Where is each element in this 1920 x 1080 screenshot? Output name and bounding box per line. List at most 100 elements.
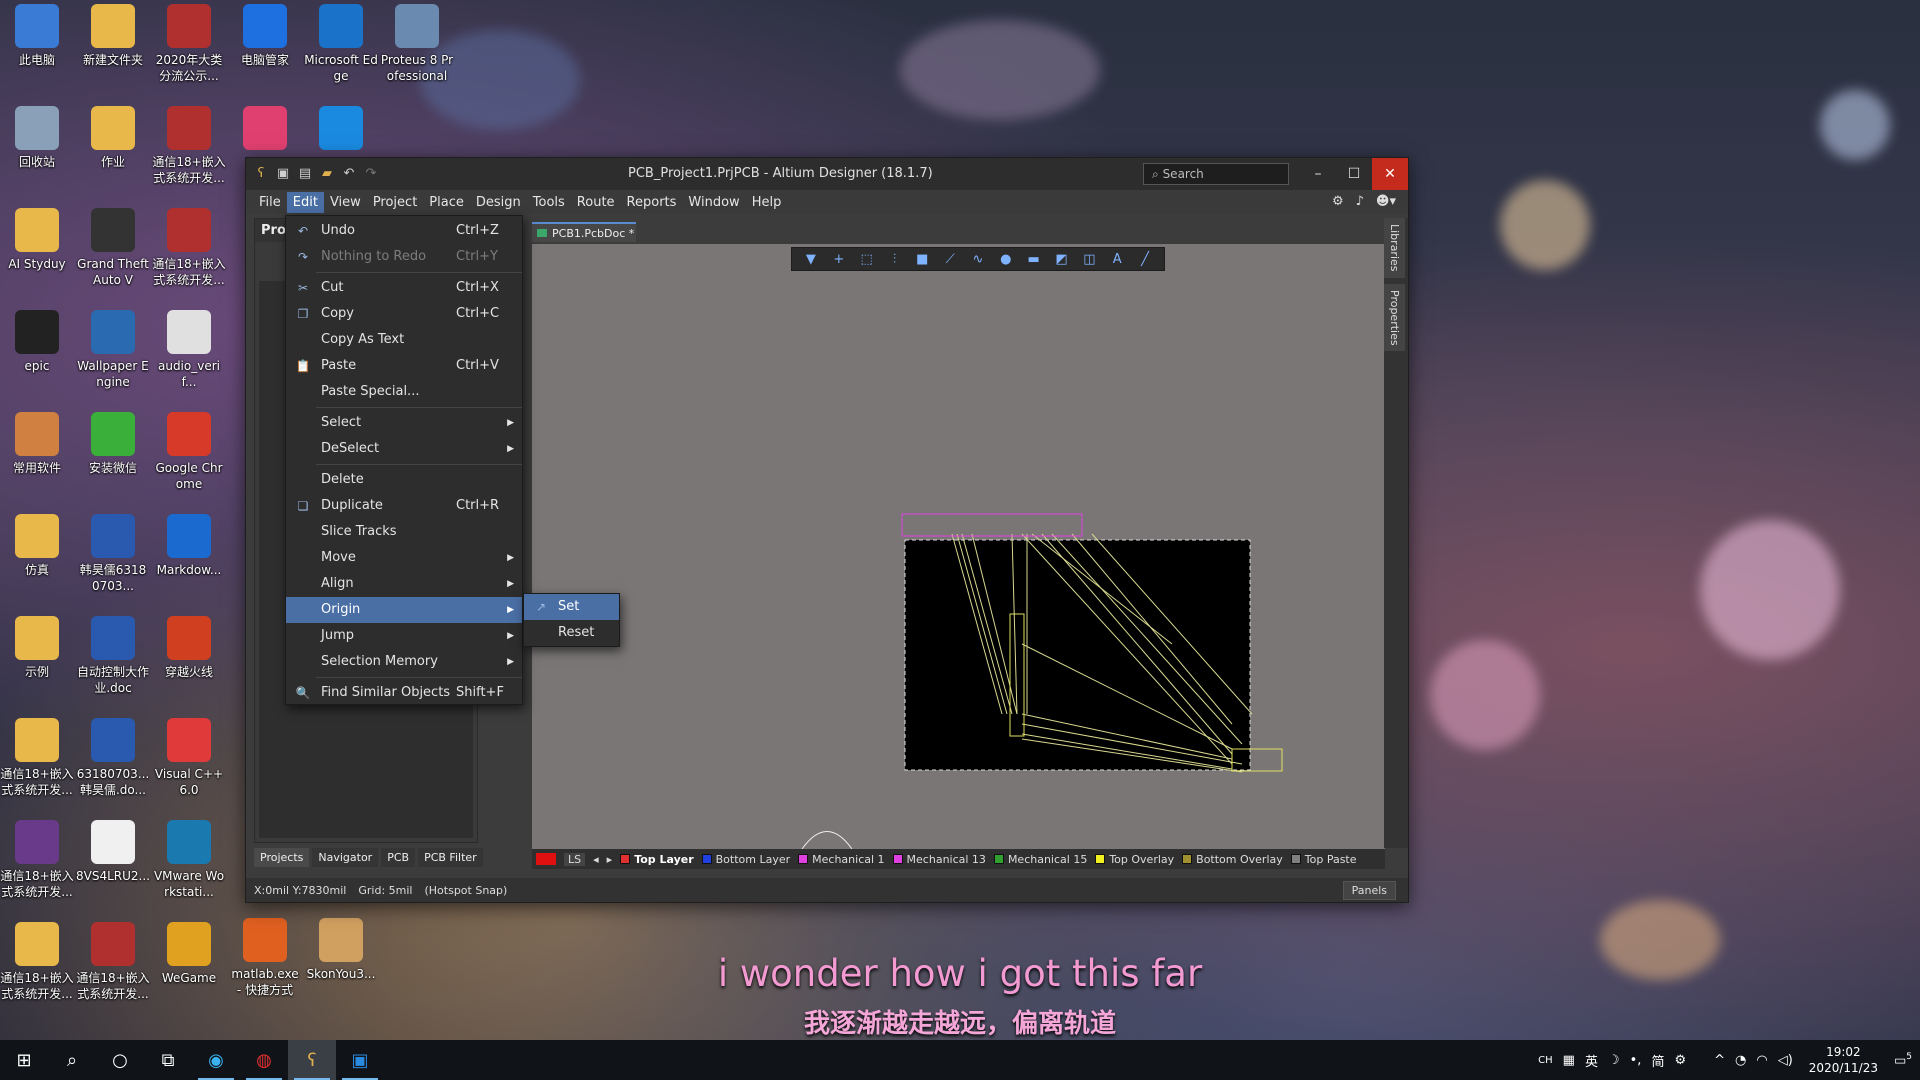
desktop-shortcut[interactable]: 仿真 xyxy=(0,514,74,578)
desktop-shortcut[interactable]: 安装微信 xyxy=(76,412,150,476)
desktop-shortcut[interactable]: 2020年大类分流公示... xyxy=(152,4,226,84)
desktop-shortcut[interactable]: Markdow... xyxy=(152,514,226,578)
desktop-shortcut[interactable]: 作业 xyxy=(76,106,150,170)
search-button[interactable]: ⌕ xyxy=(48,1040,96,1080)
clock[interactable]: 19:02 2020/11/23 xyxy=(1803,1044,1884,1076)
desktop-shortcut[interactable]: 穿越火线 xyxy=(152,616,226,680)
panels-button[interactable]: Panels xyxy=(1342,881,1396,900)
open-folder-icon[interactable]: ▰ xyxy=(320,167,334,181)
desktop-shortcut[interactable] xyxy=(304,106,378,154)
desktop-shortcut[interactable]: 通信18+嵌入式系统开发... xyxy=(0,820,74,900)
netease-music-taskbar-icon[interactable]: ◍ xyxy=(240,1040,288,1080)
desktop-shortcut[interactable]: 韩昊儒63180703... xyxy=(76,514,150,594)
menu-item-jump[interactable]: Jump ▶ xyxy=(286,623,522,649)
ime-mode[interactable]: 简 xyxy=(1651,1051,1664,1070)
desktop-shortcut[interactable]: epic xyxy=(0,310,74,374)
desktop-shortcut[interactable]: audio_verif... xyxy=(152,310,226,390)
tab-pcb[interactable]: PCB xyxy=(381,848,416,867)
menu-project[interactable]: Project xyxy=(367,192,423,213)
desktop-shortcut[interactable]: 示例 xyxy=(0,616,74,680)
menu-item-origin[interactable]: Origin ▶ xyxy=(286,597,522,623)
desktop-shortcut[interactable]: 通信18+嵌入式系统开发... xyxy=(152,106,226,186)
layer-tab-mechanical-1[interactable]: Mechanical 1 xyxy=(798,853,885,866)
tab-projects[interactable]: Projects xyxy=(254,848,310,867)
current-layer-color-swatch[interactable] xyxy=(536,853,556,865)
punctuation-icon[interactable]: •, xyxy=(1630,1053,1642,1068)
menu-item-undo[interactable]: ↶ Undo Ctrl+Z xyxy=(286,218,522,244)
desktop-shortcut[interactable]: Wallpaper Engine xyxy=(76,310,150,390)
pcb-canvas[interactable]: ▼ + ⬚ ⫶ ■ ⟋ ∿ ● ▬ ◩ ◫ A ╱ xyxy=(532,244,1385,849)
menu-help[interactable]: Help xyxy=(746,192,788,213)
menu-view[interactable]: View xyxy=(324,192,367,213)
app-taskbar-icon[interactable]: ▣ xyxy=(336,1040,384,1080)
altium-taskbar-icon[interactable]: ʕ xyxy=(288,1040,336,1080)
menu-route[interactable]: Route xyxy=(571,192,621,213)
settings-gear-icon[interactable]: ⚙ xyxy=(1332,194,1344,209)
maximize-button[interactable]: ☐ xyxy=(1336,158,1372,190)
save-all-icon[interactable]: ▤ xyxy=(298,167,312,181)
layer-scroll-left-icon[interactable]: ◂ xyxy=(593,853,599,866)
menu-design[interactable]: Design xyxy=(470,192,527,213)
desktop-shortcut[interactable]: 63180703...韩昊儒.do... xyxy=(76,718,150,798)
save-icon[interactable]: ▣ xyxy=(276,167,290,181)
qq-browser-taskbar-icon[interactable]: ◉ xyxy=(192,1040,240,1080)
minimize-button[interactable]: – xyxy=(1300,158,1336,190)
menu-item-select[interactable]: Select ▶ xyxy=(286,410,522,436)
desktop-shortcut[interactable]: 常用软件 xyxy=(0,412,74,476)
menu-reports[interactable]: Reports xyxy=(621,192,683,213)
settings-gear-icon[interactable]: ⚙ xyxy=(1674,1053,1686,1068)
menu-item-align[interactable]: Align ▶ xyxy=(286,571,522,597)
layer-set-button[interactable]: LS xyxy=(564,852,586,866)
menu-window[interactable]: Window xyxy=(682,192,745,213)
start-button[interactable]: ⊞ xyxy=(0,1040,48,1080)
properties-panel-tab[interactable]: Properties xyxy=(1384,283,1405,352)
ime-indicator[interactable]: CH xyxy=(1538,1055,1553,1066)
notification-center-icon[interactable]: ▭5 xyxy=(1894,1052,1912,1068)
desktop-shortcut[interactable]: 电脑管家 xyxy=(228,4,302,68)
menu-tools[interactable]: Tools xyxy=(527,192,571,213)
cortana-button[interactable]: ○ xyxy=(96,1040,144,1080)
show-hidden-icons-icon[interactable]: ^ xyxy=(1714,1053,1725,1068)
menu-item-reset[interactable]: Reset xyxy=(524,620,619,646)
menu-edit[interactable]: Edit xyxy=(286,191,324,213)
network-icon[interactable]: ◠ xyxy=(1756,1053,1767,1068)
tab-navigator[interactable]: Navigator xyxy=(312,848,379,867)
layer-scroll-right-icon[interactable]: ▸ xyxy=(607,853,613,866)
menu-item-slice-tracks[interactable]: Slice Tracks xyxy=(286,519,522,545)
notifications-bell-icon[interactable]: ♪ xyxy=(1356,194,1364,209)
menu-item-paste[interactable]: 📋 Paste Ctrl+V xyxy=(286,353,522,379)
ime-language[interactable]: 英 xyxy=(1585,1051,1598,1070)
desktop-shortcut[interactable]: 新建文件夹 xyxy=(76,4,150,68)
menu-item-duplicate[interactable]: ❏ Duplicate Ctrl+R xyxy=(286,493,522,519)
menu-item-paste-special[interactable]: Paste Special... xyxy=(286,379,522,405)
layer-tab-bottom-layer[interactable]: Bottom Layer xyxy=(701,853,790,866)
desktop-shortcut[interactable]: 通信18+嵌入式系统开发... xyxy=(0,718,74,798)
layer-tab-mechanical-15[interactable]: Mechanical 15 xyxy=(993,853,1087,866)
undo-icon[interactable]: ↶ xyxy=(342,167,356,181)
layer-tab-mechanical-13[interactable]: Mechanical 13 xyxy=(892,853,986,866)
menu-item-cut[interactable]: ✂ Cut Ctrl+X xyxy=(286,275,522,301)
desktop-shortcut[interactable]: Google Chrome xyxy=(152,412,226,492)
menu-item-deselect[interactable]: DeSelect ▶ xyxy=(286,436,522,462)
menu-item-nothing-to-redo[interactable]: ↷ Nothing to Redo Ctrl+Y xyxy=(286,244,522,270)
layer-tab-top-paste[interactable]: Top Paste xyxy=(1290,853,1357,866)
menu-place[interactable]: Place xyxy=(423,192,470,213)
task-view-button[interactable]: ⧉ xyxy=(144,1040,192,1080)
layer-tab-top-overlay[interactable]: Top Overlay xyxy=(1095,853,1174,866)
keyboard-grid-icon[interactable]: ▦ xyxy=(1563,1053,1575,1068)
menu-item-set[interactable]: ↗ Set xyxy=(524,594,619,620)
menu-item-move[interactable]: Move ▶ xyxy=(286,545,522,571)
menu-item-delete[interactable]: Delete xyxy=(286,467,522,493)
desktop-shortcut[interactable]: 自动控制大作业.doc xyxy=(76,616,150,696)
desktop-shortcut[interactable] xyxy=(228,106,302,154)
menu-item-copy-as-text[interactable]: Copy As Text xyxy=(286,327,522,353)
desktop-shortcut[interactable]: 回收站 xyxy=(0,106,74,170)
libraries-panel-tab[interactable]: Libraries xyxy=(1384,218,1405,278)
menu-item-find-similar-objects[interactable]: 🔍 Find Similar Objects Shift+F xyxy=(286,680,522,706)
redo-icon[interactable]: ↷ xyxy=(364,167,378,181)
desktop-shortcut[interactable]: VMware Workstati... xyxy=(152,820,226,900)
desktop-shortcut[interactable]: 此电脑 xyxy=(0,4,74,68)
close-button[interactable]: ✕ xyxy=(1372,158,1408,190)
desktop-shortcut[interactable]: 8VS4LRU2... xyxy=(76,820,150,884)
desktop-shortcut[interactable]: AI Styduy xyxy=(0,208,74,272)
